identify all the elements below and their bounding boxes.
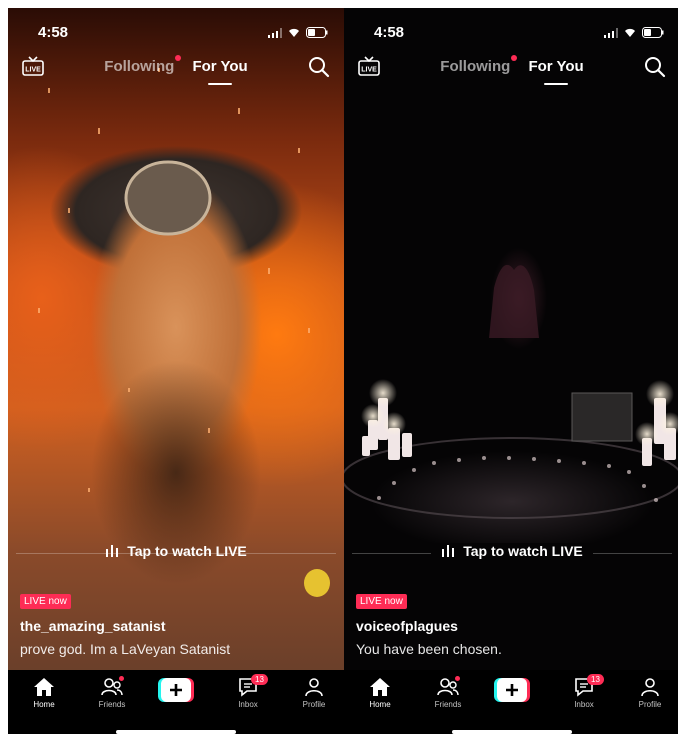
status-icons [268, 27, 328, 38]
caption: prove god. Im a LaVeyan Satanist [20, 641, 231, 657]
home-indicator [452, 730, 572, 734]
nav-profile[interactable]: Profile [622, 676, 678, 709]
cap-patch [124, 160, 212, 236]
battery-icon [306, 27, 328, 38]
nav-inbox-label: Inbox [238, 700, 258, 709]
nav-friends[interactable]: Friends [84, 676, 140, 709]
nav-profile-label: Profile [302, 700, 326, 709]
nav-friends-label: Friends [434, 700, 462, 709]
live-now-badge: LIVE now [356, 594, 407, 609]
tab-following[interactable]: Following [104, 55, 182, 75]
bottom-nav: Home Friends 13 Inbox Profile [344, 670, 678, 734]
search-icon[interactable] [308, 56, 330, 78]
tab-following-label: Following [440, 58, 511, 75]
nav-home[interactable]: Home [16, 676, 72, 709]
nav-friends-label: Friends [98, 700, 126, 709]
status-bar: 4:58 [344, 22, 678, 42]
nav-profile-label: Profile [638, 700, 662, 709]
tab-following[interactable]: Following [440, 55, 518, 75]
home-indicator [116, 730, 236, 734]
right-phone-screen: 4:58 LIVE Following For You Tap to watch… [344, 8, 678, 734]
battery-icon [642, 27, 664, 38]
friends-notification-dot [119, 676, 124, 681]
tap-to-watch-label: Tap to watch LIVE [127, 543, 247, 559]
nav-home[interactable]: Home [352, 676, 408, 709]
feed-tabs: Following For You [344, 55, 678, 85]
tab-for-you-label: For You [192, 58, 248, 75]
status-icons [604, 27, 664, 38]
status-time: 4:58 [38, 24, 69, 41]
nav-inbox[interactable]: 13 Inbox [556, 674, 612, 709]
top-bar: LIVE Following For You [344, 54, 678, 85]
tap-to-watch-label: Tap to watch LIVE [463, 543, 583, 559]
nav-profile[interactable]: Profile [286, 676, 342, 709]
tap-to-watch-live[interactable]: Tap to watch LIVE [344, 543, 678, 561]
inbox-count-badge: 13 [587, 674, 604, 685]
framed-picture [571, 392, 633, 442]
profile-icon [641, 678, 659, 697]
top-bar: LIVE Following For You [8, 54, 344, 85]
username[interactable]: the_amazing_satanist [20, 618, 166, 634]
feed-tabs: Following For You [8, 55, 344, 85]
caption: You have been chosen. [356, 641, 502, 657]
signal-icon [268, 27, 282, 38]
nav-home-label: Home [33, 700, 55, 709]
live-now-badge: LIVE now [20, 594, 71, 609]
tap-to-watch-live[interactable]: Tap to watch LIVE [8, 543, 344, 561]
wifi-icon [289, 28, 299, 37]
nav-home-label: Home [369, 700, 391, 709]
left-phone-screen: 4:58 LIVE Following For You Tap to watch… [8, 8, 344, 734]
live-bars-icon [106, 545, 119, 557]
notification-dot [511, 55, 518, 61]
tab-for-you-label: For You [528, 58, 584, 75]
friends-notification-dot [455, 676, 460, 681]
profile-icon [305, 678, 323, 697]
search-icon[interactable] [644, 56, 666, 78]
tab-following-label: Following [104, 58, 175, 75]
home-icon [370, 678, 390, 696]
yellow-pin [304, 569, 330, 597]
tab-for-you[interactable]: For You [192, 58, 248, 85]
bottom-nav: Home Friends 13 Inbox Profile [8, 670, 344, 734]
username[interactable]: voiceofplagues [356, 618, 458, 634]
create-plus-button[interactable] [158, 678, 194, 702]
notification-dot [175, 55, 182, 61]
create-plus-button[interactable] [494, 678, 530, 702]
inbox-count-badge: 13 [251, 674, 268, 685]
shadow-figure [489, 264, 539, 338]
live-bars-icon [442, 545, 455, 557]
status-bar: 4:58 [8, 22, 344, 42]
status-time: 4:58 [374, 24, 405, 41]
tab-for-you[interactable]: For You [528, 58, 584, 85]
nav-friends[interactable]: Friends [420, 676, 476, 709]
signal-icon [604, 27, 618, 38]
wifi-icon [625, 28, 635, 37]
home-icon [34, 678, 54, 696]
nav-inbox-label: Inbox [574, 700, 594, 709]
nav-inbox[interactable]: 13 Inbox [220, 674, 276, 709]
